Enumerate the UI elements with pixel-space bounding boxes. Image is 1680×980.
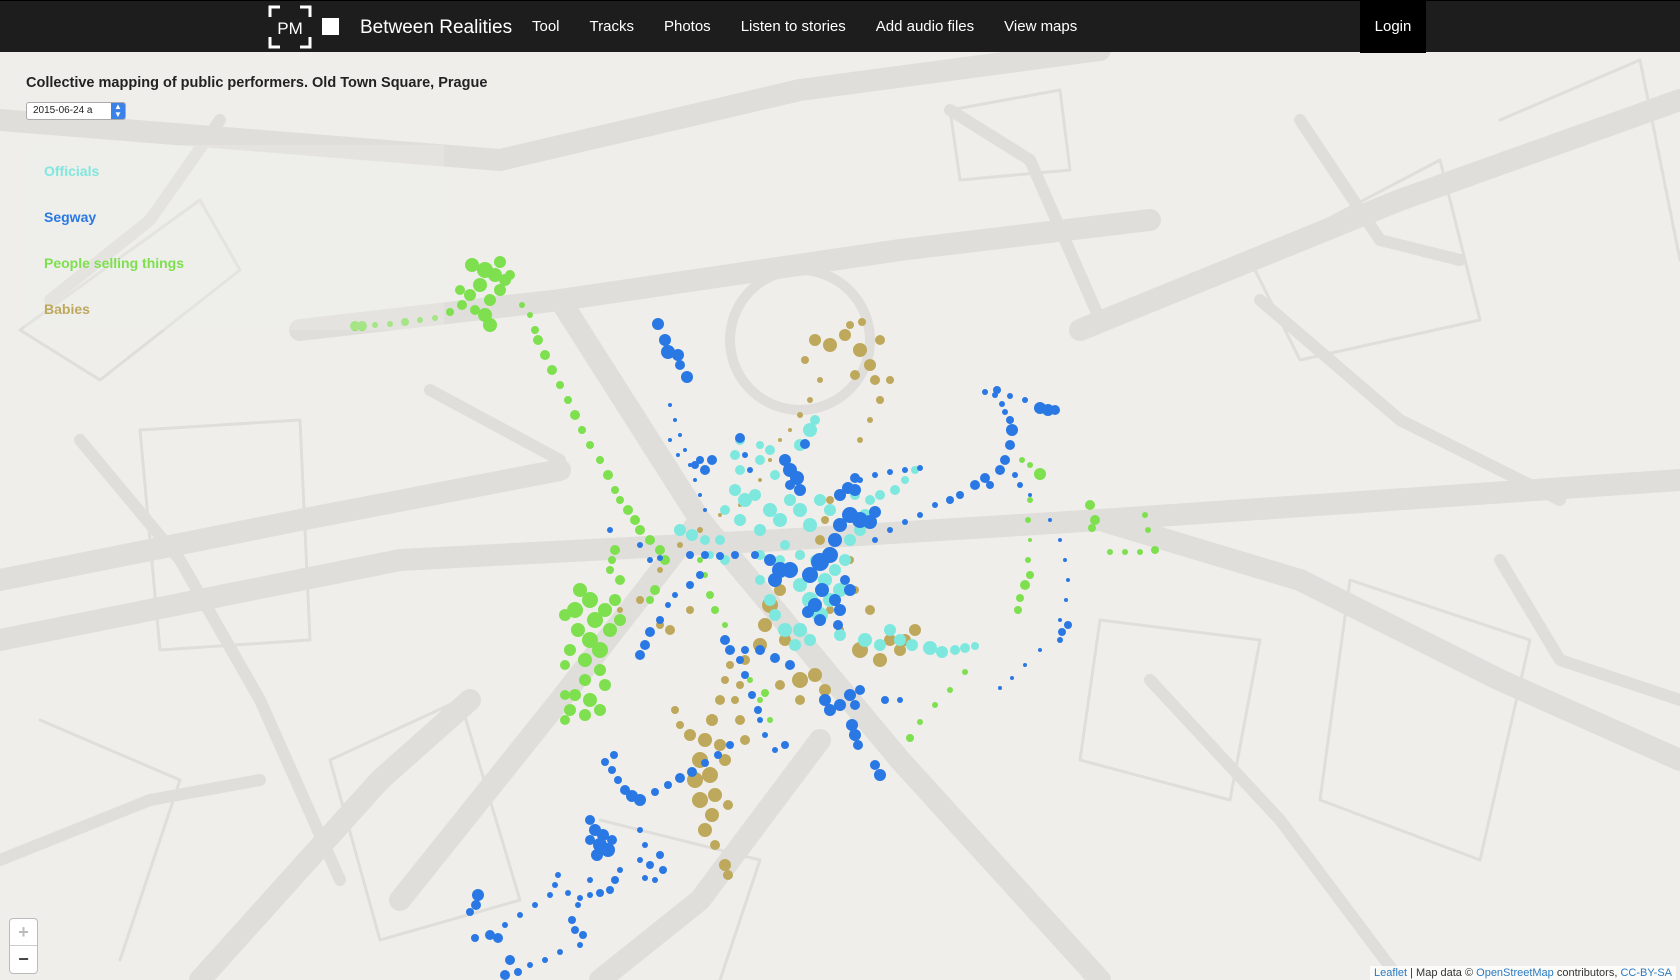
leaflet-link[interactable]: Leaflet [1374, 967, 1407, 979]
nav-tool[interactable]: Tool [532, 1, 560, 53]
brand-title[interactable]: Between Realities [360, 17, 512, 39]
date-select[interactable]: 2015-06-24 a ▲ ▼ [26, 102, 126, 120]
map-attribution: Leaflet | Map data © OpenStreetMap contr… [1370, 966, 1676, 980]
nav-photos[interactable]: Photos [664, 1, 711, 53]
zoom-out-button[interactable]: − [10, 946, 37, 972]
legend-babies[interactable]: Babies [44, 301, 90, 317]
zoom-control: + − [9, 918, 38, 974]
openstreetmap-link[interactable]: OpenStreetMap [1476, 967, 1554, 979]
date-select-value: 2015-06-24 a [33, 105, 93, 116]
brand-initials: PM [277, 19, 303, 38]
nav-listen-to-stories[interactable]: Listen to stories [741, 1, 846, 53]
nav-tracks[interactable]: Tracks [590, 1, 634, 53]
legend-people-selling-things[interactable]: People selling things [44, 255, 184, 271]
attribution-text: | Map data © [1407, 967, 1477, 979]
login-button[interactable]: Login [1360, 1, 1426, 53]
top-navbar: PM Between Realities Tool Tracks Photos … [0, 0, 1680, 53]
zoom-in-button[interactable]: + [10, 919, 37, 946]
map-title: Collective mapping of public performers.… [26, 75, 488, 91]
nav-add-audio-files[interactable]: Add audio files [876, 1, 974, 53]
nav-view-maps[interactable]: View maps [1004, 1, 1077, 53]
select-arrows-icon: ▲ ▼ [111, 103, 125, 119]
brand-square-icon [322, 18, 339, 35]
nav-menu: Tool Tracks Photos Listen to stories Add… [532, 1, 1107, 53]
map-legend: Officials Segway People selling things B… [24, 145, 444, 330]
attribution-text-2: contributors, [1553, 967, 1621, 979]
license-link[interactable]: CC-BY-SA [1620, 967, 1672, 979]
legend-officials[interactable]: Officials [44, 163, 99, 179]
legend-segway[interactable]: Segway [44, 209, 96, 225]
pm-logo-icon[interactable]: PM [268, 5, 312, 49]
